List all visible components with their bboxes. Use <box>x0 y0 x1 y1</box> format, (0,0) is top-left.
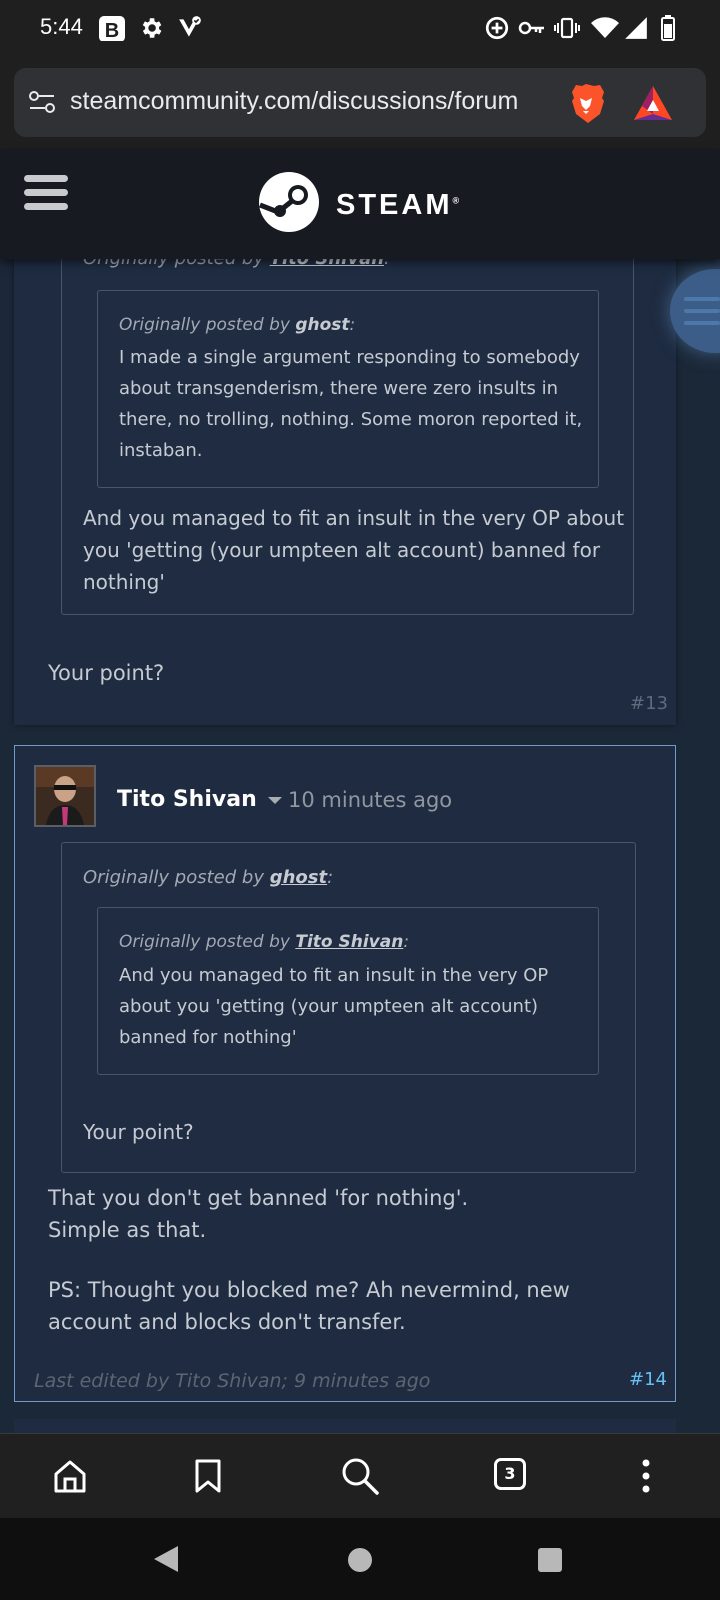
wifi-icon <box>591 17 619 38</box>
post-13: Originally posted by Tito Shivan: Origin… <box>14 259 676 725</box>
url-text[interactable]: steamcommunity.com/discussions/forum <box>70 87 560 116</box>
post-number[interactable]: #14 <box>629 1369 667 1390</box>
address-bar[interactable]: steamcommunity.com/discussions/forum <box>14 68 706 137</box>
discussion-content: Originally posted by Tito Shivan: Origin… <box>0 259 720 1433</box>
list-icon <box>684 297 720 325</box>
body-line: That you don't get banned 'for nothing'. <box>48 1186 469 1210</box>
outer-quote: Originally posted by Tito Shivan: Origin… <box>61 259 634 615</box>
brave-rewards-icon[interactable] <box>632 84 674 122</box>
browser-toolbar: steamcommunity.com/discussions/forum <box>0 56 720 149</box>
outer-quote: Originally posted by ghost: Originally p… <box>61 842 636 1173</box>
quote-line: nothing' <box>83 570 165 594</box>
quote-line: instaban. <box>119 440 203 461</box>
body-line: account and blocks don't transfer. <box>48 1310 406 1334</box>
more-menu-icon[interactable] <box>640 1458 652 1494</box>
quote-text: And you managed to fit an insult in the … <box>119 960 548 1053</box>
quote-text: And you managed to fit an insult in the … <box>83 502 624 598</box>
home-icon[interactable] <box>52 1458 88 1494</box>
battery-icon <box>661 15 675 41</box>
quote-header: Originally posted by ghost: <box>119 315 356 335</box>
search-icon[interactable] <box>340 1456 380 1496</box>
steam-wordmark[interactable]: STEAM® <box>336 189 459 222</box>
steam-header: STEAM® <box>0 149 720 259</box>
steam-logo-icon[interactable] <box>258 171 320 233</box>
post-14: Tito Shivan 10 minutes ago Originally po… <box>14 745 676 1402</box>
vibrate-icon <box>554 17 580 39</box>
back-icon[interactable] <box>152 1544 180 1574</box>
home-circle-icon[interactable] <box>347 1547 373 1573</box>
b-app-icon: B <box>99 16 125 41</box>
status-time: 5:44 <box>40 14 83 39</box>
body-line: PS: Thought you blocked me? Ah nevermind… <box>48 1278 570 1302</box>
registered-mark: ® <box>452 195 460 206</box>
quote-line: And you managed to fit an insult in the … <box>83 506 625 530</box>
bookmark-icon[interactable] <box>192 1458 224 1494</box>
quote-author-link[interactable]: ghost <box>270 867 327 888</box>
brave-shields-icon[interactable] <box>566 82 606 124</box>
post-body: That you don't get banned 'for nothing'.… <box>48 1182 570 1338</box>
floating-menu-button[interactable] <box>670 269 720 353</box>
menu-icon[interactable] <box>24 175 68 211</box>
avatar-image <box>36 767 94 825</box>
quote-author-link[interactable]: Tito Shivan <box>270 259 384 269</box>
quote-line: And you managed to fit an insult in the … <box>119 965 549 986</box>
quote-line: about you 'getting (your umpteen alt acc… <box>119 996 539 1017</box>
post-body: Your point? <box>48 661 165 685</box>
post-author[interactable]: Tito Shivan <box>117 787 283 812</box>
quote-header: Originally posted by Tito Shivan: <box>119 932 410 952</box>
signal-icon <box>625 17 647 39</box>
post-number[interactable]: #13 <box>630 693 668 714</box>
quote-line: there, no trolling, nothing. Some moron … <box>119 409 583 430</box>
quote-line: I made a single argument responding to s… <box>119 347 580 368</box>
settings-icon <box>142 18 162 38</box>
quote-line: banned for nothing' <box>119 1027 297 1048</box>
recents-icon[interactable] <box>537 1547 563 1573</box>
body-line: Simple as that. <box>48 1218 207 1242</box>
inner-quote: Originally posted by ghost: I made a sin… <box>97 290 599 488</box>
data-saver-icon <box>485 16 509 40</box>
site-settings-icon[interactable] <box>28 88 56 116</box>
author-dropdown-icon[interactable] <box>268 796 283 804</box>
svg-text:B: B <box>105 20 119 41</box>
tab-switcher-button[interactable]: 3 <box>494 1458 526 1490</box>
quote-author[interactable]: ghost <box>295 315 349 335</box>
last-edited-note: Last edited by Tito Shivan; 9 minutes ag… <box>34 1370 431 1392</box>
status-bar: 5:44 B <box>0 0 720 56</box>
system-nav-bar <box>0 1518 720 1600</box>
post-timestamp: 10 minutes ago <box>288 788 453 812</box>
quote-author-link[interactable]: Tito Shivan <box>295 932 403 952</box>
quote-line: you 'getting (your umpteen alt account) … <box>83 538 601 562</box>
key-icon <box>518 21 544 35</box>
quote-line: about transgenderism, there were zero in… <box>119 378 559 399</box>
quote-text: Your point? <box>83 1120 194 1144</box>
quote-text: I made a single argument responding to s… <box>119 342 582 466</box>
quote-header: Originally posted by ghost: <box>83 867 334 888</box>
quote-header: Originally posted by Tito Shivan: <box>83 259 390 269</box>
vpn-shield-icon <box>179 16 201 37</box>
browser-bottom-nav: 3 <box>0 1433 720 1519</box>
inner-quote: Originally posted by Tito Shivan: And yo… <box>97 907 599 1075</box>
next-post-edge <box>14 1419 676 1433</box>
avatar[interactable] <box>34 765 96 827</box>
